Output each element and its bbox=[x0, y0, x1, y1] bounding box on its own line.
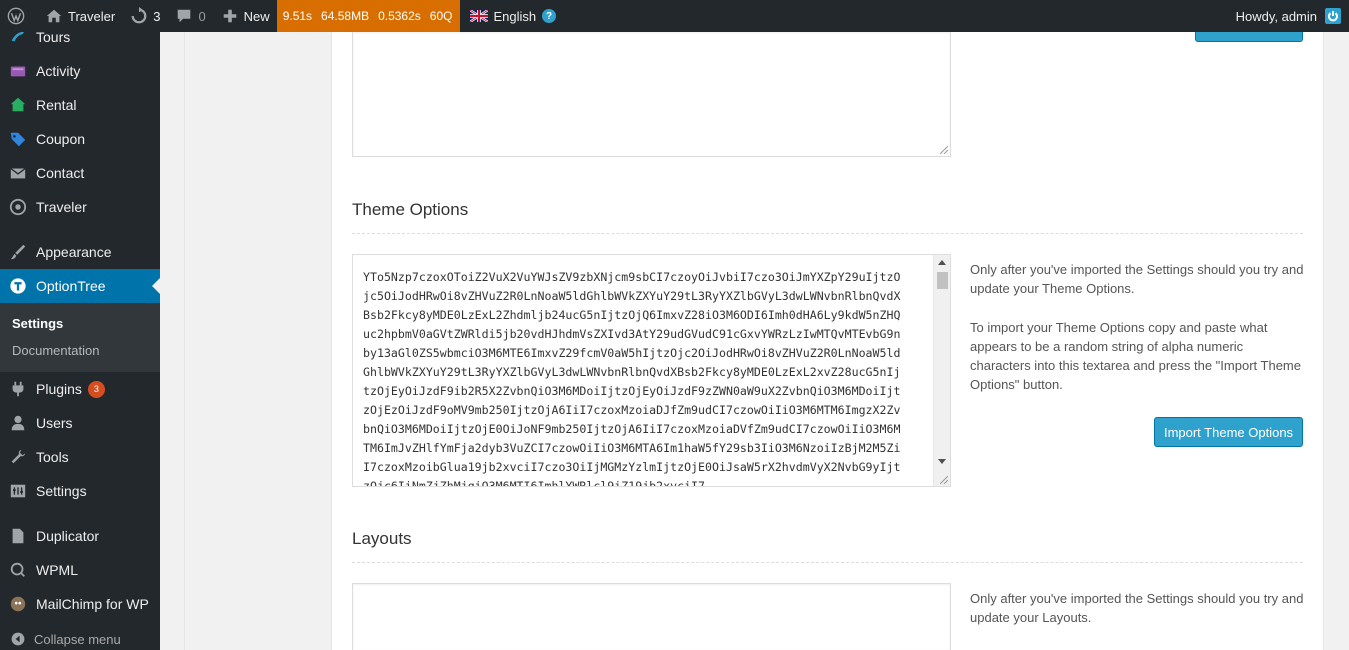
sidebar-item-tools[interactable]: Tools bbox=[0, 440, 160, 474]
wrench-icon bbox=[8, 447, 28, 467]
new-label: New bbox=[243, 8, 270, 24]
admin-bar: Traveler 3 0 New 9.51s 64.58MB 0.5362s 6… bbox=[0, 0, 1349, 32]
settings-icon bbox=[8, 481, 28, 501]
comments-count: 0 bbox=[198, 8, 206, 24]
my-account-menu[interactable]: Howdy, admin bbox=[1236, 0, 1349, 32]
sidebar-item-coupon[interactable]: Coupon bbox=[0, 122, 160, 156]
resize-grip-icon[interactable] bbox=[940, 146, 948, 154]
site-name: Traveler bbox=[68, 8, 116, 24]
sidebar-item-label: MailChimp for WP bbox=[36, 596, 149, 612]
home-icon bbox=[44, 6, 64, 26]
howdy-label: Howdy, admin bbox=[1235, 8, 1317, 24]
wpml-icon bbox=[8, 560, 28, 580]
duplicator-icon bbox=[8, 526, 28, 546]
rental-icon bbox=[8, 95, 28, 115]
peak-memory: 64.58MB bbox=[321, 9, 370, 23]
sidebar-item-mailchimp[interactable]: MailChimp for WP bbox=[0, 587, 160, 621]
section-divider bbox=[352, 562, 1303, 563]
page-generation-time: 9.51s bbox=[282, 9, 313, 23]
sidebar-item-activity[interactable]: Activity bbox=[0, 54, 160, 88]
query-count: 60Q bbox=[429, 9, 453, 23]
collapse-icon bbox=[8, 629, 28, 649]
logout-icon[interactable] bbox=[1325, 8, 1341, 24]
sidebar-item-plugins[interactable]: Plugins 3 bbox=[0, 372, 160, 406]
traveler-icon bbox=[8, 197, 28, 217]
sidebar-item-optiontree[interactable]: OptionTree bbox=[0, 269, 160, 303]
sidebar-item-wpml[interactable]: WPML bbox=[0, 553, 160, 587]
sidebar-item-label: Tools bbox=[36, 449, 69, 465]
users-icon bbox=[8, 413, 28, 433]
sidebar-item-users[interactable]: Users bbox=[0, 406, 160, 440]
language-label: English bbox=[493, 8, 537, 24]
wordpress-icon bbox=[6, 6, 26, 26]
resize-grip-icon[interactable] bbox=[940, 476, 948, 484]
mail-icon bbox=[8, 163, 28, 183]
help-icon[interactable]: ? bbox=[542, 9, 557, 23]
layouts-help-1: Only after you've imported the Settings … bbox=[970, 591, 1304, 625]
sidebar-item-label: Duplicator bbox=[36, 528, 100, 544]
sidebar-item-label: Activity bbox=[36, 63, 81, 79]
submenu-item-documentation[interactable]: Documentation bbox=[12, 343, 99, 358]
updates-link[interactable]: 3 bbox=[122, 0, 167, 32]
wp-logo-menu[interactable] bbox=[0, 0, 37, 32]
sidebar-item-label: OptionTree bbox=[36, 278, 106, 294]
theme-options-code[interactable]: YTo5Nzp7czoxOToiZ2VuX2VuYWJsZV9zbXNjcm9s… bbox=[363, 268, 933, 486]
sidebar-item-settings[interactable]: Settings bbox=[0, 474, 160, 508]
layouts-import-textarea[interactable] bbox=[352, 583, 951, 650]
mailchimp-icon bbox=[8, 594, 28, 614]
optiontree-icon bbox=[8, 276, 28, 296]
sidebar-item-label: Rental bbox=[36, 97, 77, 113]
textarea-scrollbar[interactable] bbox=[933, 255, 950, 486]
query-time: 0.5362s bbox=[378, 9, 421, 23]
theme-options-help-2: To import your Theme Options copy and pa… bbox=[970, 320, 1301, 392]
updates-icon bbox=[129, 6, 149, 26]
plugins-update-badge: 3 bbox=[87, 380, 105, 398]
scroll-thumb[interactable] bbox=[937, 272, 948, 289]
sidebar-item-label: Traveler bbox=[36, 199, 87, 215]
sidebar-item-label: Appearance bbox=[36, 244, 112, 260]
collapse-menu-label: Collapse menu bbox=[34, 631, 121, 647]
sidebar-item-rental[interactable]: Rental bbox=[0, 88, 160, 122]
sidebar-item-label: WPML bbox=[36, 562, 78, 578]
optiontree-submenu: Settings Documentation bbox=[0, 303, 160, 372]
submenu-item-settings[interactable]: Settings bbox=[12, 316, 63, 331]
settings-import-textarea[interactable] bbox=[352, 31, 951, 157]
sidebar-item-appearance[interactable]: Appearance bbox=[0, 235, 160, 269]
new-content-menu[interactable]: New bbox=[213, 0, 277, 32]
updates-count: 3 bbox=[153, 8, 161, 24]
activity-icon bbox=[8, 61, 28, 81]
collapse-menu-button[interactable]: Collapse menu bbox=[8, 629, 121, 649]
language-switcher[interactable]: English ? bbox=[460, 0, 563, 32]
layouts-title: Layouts bbox=[352, 529, 412, 548]
scroll-up-icon[interactable] bbox=[938, 260, 946, 265]
paintbrush-icon bbox=[8, 242, 28, 262]
options-left-panel bbox=[185, 32, 332, 650]
sidebar-item-label: Plugins bbox=[36, 381, 82, 397]
query-monitor-stats[interactable]: 9.51s 64.58MB 0.5362s 60Q bbox=[276, 0, 461, 32]
theme-options-textarea[interactable]: YTo5Nzp7czoxOToiZ2VuX2VuYWJsZV9zbXNjcm9s… bbox=[352, 254, 951, 487]
section-divider bbox=[352, 233, 1303, 234]
comments-icon bbox=[174, 6, 194, 26]
sidebar-item-label: Settings bbox=[36, 483, 87, 499]
sidebar-item-label: Coupon bbox=[36, 131, 86, 147]
sidebar-item-duplicator[interactable]: Duplicator bbox=[0, 519, 160, 553]
import-theme-options-button[interactable]: Import Theme Options bbox=[1154, 417, 1303, 447]
comments-link[interactable]: 0 bbox=[167, 0, 212, 32]
current-menu-arrow bbox=[152, 278, 160, 294]
uk-flag-icon bbox=[470, 10, 489, 22]
sidebar-item-label: Users bbox=[36, 415, 73, 431]
theme-options-help-1: Only after you've imported the Settings … bbox=[970, 262, 1304, 296]
plus-icon bbox=[220, 6, 240, 26]
coupon-icon bbox=[8, 129, 28, 149]
plugin-icon bbox=[8, 379, 28, 399]
scroll-down-icon[interactable] bbox=[938, 459, 946, 464]
sidebar-item-label: Contact bbox=[36, 165, 85, 181]
admin-sidebar: Tours Activity Rental Coupon Contact Tra… bbox=[0, 0, 160, 650]
sidebar-item-contact[interactable]: Contact bbox=[0, 156, 160, 190]
site-name-link[interactable]: Traveler bbox=[37, 0, 122, 32]
sidebar-item-traveler[interactable]: Traveler bbox=[0, 190, 160, 224]
theme-options-title: Theme Options bbox=[352, 200, 469, 219]
